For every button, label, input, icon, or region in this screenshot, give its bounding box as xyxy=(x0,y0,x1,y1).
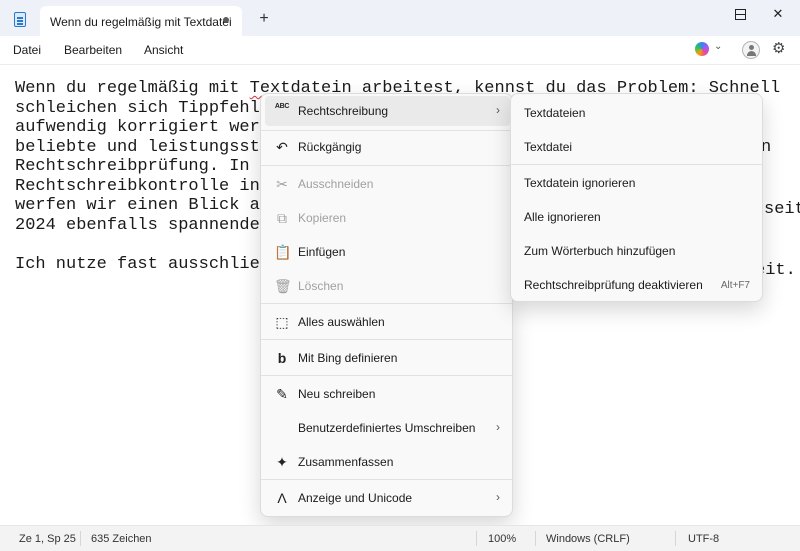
separator xyxy=(261,339,512,340)
editor-line: 2024 ebenfalls spannende xyxy=(15,215,260,235)
editor-line: aufwendig korrigiert werd xyxy=(15,118,271,137)
spelling-submenu: Textdateien Textdatei Textdatein ignorie… xyxy=(510,93,763,302)
pen-icon: ✎ xyxy=(276,386,288,402)
spellcheck-icon: ABC xyxy=(274,103,290,110)
menu-bar: Datei Bearbeiten Ansicht xyxy=(0,36,800,65)
menu-item-label: Alles auswählen xyxy=(298,315,385,329)
menu-item-rewrite[interactable]: ✎ Neu schreiben xyxy=(265,379,510,409)
trash-icon: 🗑 xyxy=(274,278,292,294)
menu-item-label: Rückgängig xyxy=(298,140,362,154)
editor-line: Rechtschreibprüfung. In d xyxy=(15,157,271,176)
suggestion-label: Textdatei xyxy=(524,140,573,154)
chevron-right-icon: › xyxy=(496,103,500,117)
submenu-label: Alle ignorieren xyxy=(524,210,601,224)
add-to-dictionary-item[interactable]: Zum Wörterbuch hinzufügen xyxy=(515,236,760,266)
unicode-icon: Λ xyxy=(277,490,287,506)
gear-icon[interactable]: ⚙ xyxy=(772,41,785,57)
editor-line: schleichen sich Tippfehler xyxy=(15,98,281,118)
chevron-down-icon[interactable]: ⌄ xyxy=(714,41,722,52)
menu-item-copy[interactable]: ⧉ Kopieren xyxy=(265,203,510,233)
document-tab[interactable]: Wenn du regelmäßig mit Textdatei xyxy=(40,6,242,36)
character-count: 635 Zeichen xyxy=(91,533,152,545)
editor-line: Rechtschreibkontrolle in xyxy=(15,176,260,196)
menu-file[interactable]: Datei xyxy=(13,43,41,57)
separator xyxy=(535,531,536,546)
editor-line: werfen wir einen Blick au xyxy=(15,196,271,215)
select-all-icon: ⬚ xyxy=(275,314,289,330)
menu-edit[interactable]: Bearbeiten xyxy=(64,43,122,57)
submenu-label: Zum Wörterbuch hinzufügen xyxy=(524,244,676,258)
zoom-level[interactable]: 100% xyxy=(488,533,516,545)
menu-item-select-all[interactable]: ⬚ Alles auswählen xyxy=(265,307,510,337)
menu-item-display-unicode[interactable]: Λ Anzeige und Unicode › xyxy=(265,483,510,513)
tab-title: Wenn du regelmäßig mit Textdatei xyxy=(50,15,232,29)
close-button[interactable]: ✕ xyxy=(755,0,800,28)
suggestion-label: Textdateien xyxy=(524,106,586,120)
menu-item-custom-rewrite[interactable]: Benutzerdefiniertes Umschreiben › xyxy=(265,413,510,443)
copy-icon: ⧉ xyxy=(277,210,287,226)
ignore-all-item[interactable]: Alle ignorieren xyxy=(515,202,760,232)
submenu-label: Textdatein ignorieren xyxy=(524,176,636,190)
separator xyxy=(80,531,81,546)
menu-item-undo[interactable]: ↶ Rückgängig xyxy=(265,132,510,162)
editor-line: Ich nutze fast ausschlie xyxy=(15,254,260,274)
context-menu: ABC Rechtschreibung › ↶ Rückgängig ✂ Aus… xyxy=(260,93,513,517)
menu-item-label: Benutzerdefiniertes Umschreiben xyxy=(298,421,476,435)
menu-item-cut[interactable]: ✂ Ausschneiden xyxy=(265,169,510,199)
menu-item-spelling[interactable]: ABC Rechtschreibung › xyxy=(265,96,510,126)
menu-view[interactable]: Ansicht xyxy=(144,43,183,57)
menu-item-paste[interactable]: 📋 Einfügen xyxy=(265,237,510,267)
status-bar: Ze 1, Sp 25 635 Zeichen 100% Windows (CR… xyxy=(0,525,800,551)
editor-line: beliebte und leistungssta xyxy=(15,137,271,157)
bing-icon: b xyxy=(277,350,287,366)
separator xyxy=(261,303,512,304)
menu-item-label: Zusammenfassen xyxy=(298,455,394,469)
unsaved-dot-icon[interactable] xyxy=(223,17,229,23)
separator xyxy=(261,130,512,131)
submenu-label: Rechtschreibprüfung deaktivieren xyxy=(524,278,703,292)
menu-item-define-bing[interactable]: b Mit Bing definieren xyxy=(265,343,510,373)
suggestion-item[interactable]: Textdateien xyxy=(515,98,760,128)
undo-icon: ↶ xyxy=(276,139,288,155)
menu-item-label: Löschen xyxy=(298,279,344,293)
notepad-app-icon xyxy=(14,12,26,27)
clipboard-icon: 📋 xyxy=(274,244,292,260)
menu-item-label: Mit Bing definieren xyxy=(298,351,398,365)
title-bar: Wenn du regelmäßig mit Textdatei + ✕ xyxy=(0,0,800,36)
summarize-icon: ✦ xyxy=(276,454,288,470)
shortcut-hint: Alt+F7 xyxy=(720,280,750,291)
chevron-right-icon: › xyxy=(496,420,500,434)
disable-spellcheck-item[interactable]: Rechtschreibprüfung deaktivieren Alt+F7 xyxy=(515,270,760,300)
menu-item-label: Ausschneiden xyxy=(298,177,374,191)
copilot-icon[interactable] xyxy=(695,42,709,56)
separator xyxy=(261,375,512,376)
separator xyxy=(511,164,762,165)
separator xyxy=(476,531,477,546)
line-ending[interactable]: Windows (CRLF) xyxy=(546,533,630,545)
separator xyxy=(675,531,676,546)
menu-item-label: Rechtschreibung xyxy=(298,104,389,118)
menu-item-label: Kopieren xyxy=(298,211,347,225)
menu-item-label: Neu schreiben xyxy=(298,387,376,401)
menu-item-label: Einfügen xyxy=(298,245,346,259)
ignore-word-item[interactable]: Textdatein ignorieren xyxy=(515,168,760,198)
chevron-right-icon: › xyxy=(496,490,500,504)
menu-item-summarize[interactable]: ✦ Zusammenfassen xyxy=(265,447,510,477)
menu-item-delete[interactable]: 🗑 Löschen xyxy=(265,271,510,301)
separator xyxy=(261,165,512,166)
account-avatar-icon[interactable] xyxy=(742,41,760,59)
menu-item-label: Anzeige und Unicode xyxy=(298,491,413,505)
scissors-icon: ✂ xyxy=(276,176,288,192)
separator xyxy=(261,479,512,480)
new-tab-button[interactable]: + xyxy=(256,11,272,27)
editor-fragment: seit xyxy=(764,200,800,219)
suggestion-item[interactable]: Textdatei xyxy=(515,132,760,162)
encoding[interactable]: UTF-8 xyxy=(688,533,719,545)
cursor-position: Ze 1, Sp 25 xyxy=(19,533,76,545)
